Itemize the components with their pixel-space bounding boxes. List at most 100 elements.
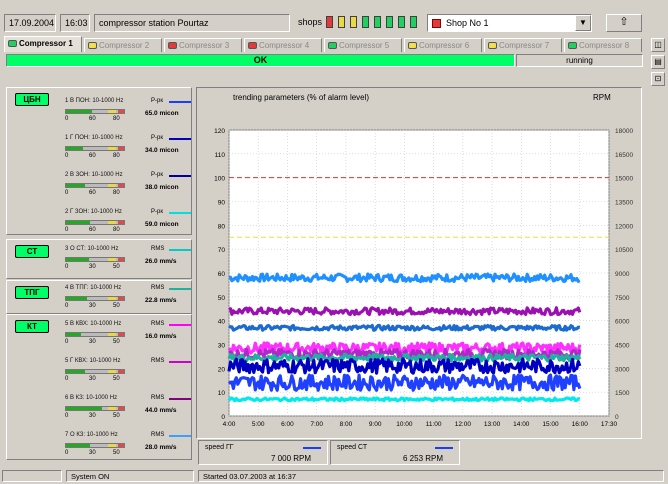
tab-compressor-3[interactable]: Compressor 3 [164,38,242,52]
x-tick-label: 9:00 [369,421,382,428]
tab-compressor-4[interactable]: Compressor 4 [244,38,322,52]
sensor-item[interactable]: 1 Г ПОН: 10-1000 Hz Р-рк 0 60 80 34.0 micon [65,135,195,169]
running-status: running [516,54,643,67]
gauge-alarm-zone [118,370,124,373]
shop-select[interactable]: Shop No 1 ▼ [427,14,592,32]
shop-lamp-3[interactable] [350,16,357,28]
sensor-gauge [65,296,125,301]
y-tick-label: 60 [218,271,226,278]
tab-compressor-5[interactable]: Compressor 5 [324,38,402,52]
shops-label: shops [298,17,323,27]
sensor-item[interactable]: 1 В ПОН: 10-1000 Hz Р-рк 0 60 80 65.0 micon [65,98,195,132]
tab-lamp-icon [88,42,97,49]
gauge-tick-label: 80 [113,116,120,122]
gauge-alarm-zone [118,184,124,187]
x-tick-label: 13:00 [484,421,501,428]
sensor-value: 22.8 mm/s [145,297,177,304]
y-tick-label: 80 [218,223,226,230]
y-tick-label: 10 [218,390,226,397]
shop-lamp-4[interactable] [362,16,369,28]
sensor-item[interactable]: 6 В КЗ: 10-1000 Hz RMS 0 30 50 44.0 mm/s [65,395,195,429]
sensor-value: 65.0 micon [145,110,179,117]
sensor-value: 59.0 micon [145,221,179,228]
gauge-tick-label: 50 [113,376,120,382]
x-tick-label: 15:00 [542,421,559,428]
tab-compressor-7[interactable]: Compressor 7 [484,38,562,52]
zoom-button[interactable]: ⊡ [651,72,665,86]
chevron-down-icon[interactable]: ▼ [575,15,591,31]
gauge-fill [66,221,91,224]
sensor-unit: RMS [151,321,165,327]
time-display: 16:03 [60,14,90,32]
sensor-legend-line [169,212,191,214]
gauge-alarm-zone [118,297,124,300]
gauge-warning-zone [108,221,116,224]
y2-tick-label: 4500 [615,343,630,350]
home-button[interactable]: ⇧ [606,14,642,32]
tab-compressor-6[interactable]: Compressor 6 [404,38,482,52]
gauge-warning-zone [108,184,116,187]
group-button-1[interactable]: ЦБН [15,93,49,106]
shop-lamp-2[interactable] [338,16,345,28]
gauge-fill [66,333,82,336]
y2-tick-label: 7500 [615,295,630,302]
date-display: 17.09.2004 [4,14,56,32]
zoom-icon: ⊡ [654,74,662,83]
sensor-legend-line [169,288,191,290]
shop-lamp-5[interactable] [374,16,381,28]
sensor-value: 44.0 mm/s [145,407,177,414]
sensor-item[interactable]: 2 Г ЗОН: 10-1000 Hz Р-рк 0 60 80 59.0 micon [65,209,195,243]
tab-label: Compressor 2 [99,41,150,50]
sensor-label: 1 В ПОН: 10-1000 Hz [65,98,124,104]
gauge-alarm-zone [118,258,124,261]
shop-lamp-7[interactable] [398,16,405,28]
print-button[interactable]: ▤ [651,55,665,69]
y2-tick-label: 18000 [615,128,633,135]
sensor-label: 3 О СТ: 10-1000 Hz [65,246,119,252]
gauge-tick-label: 80 [113,153,120,159]
speed-ct-label: speed СТ [337,444,368,451]
sensor-item[interactable]: 5 Г КВХ: 10-1000 Hz RMS 0 30 50 [65,358,195,392]
x-tick-label: 17:30 [601,421,618,428]
y2-tick-label: 1500 [615,390,630,397]
sensor-unit: Р-рк [151,209,163,215]
speed-gg-value: 7 000 RPM [271,454,312,463]
shop-lamp-6[interactable] [386,16,393,28]
tab-compressor-2[interactable]: Compressor 2 [84,38,162,52]
expand-button[interactable]: ◫ [651,38,665,52]
sensor-item[interactable]: 7 О КЗ: 10-1000 Hz RMS 0 30 50 28.0 mm/s [65,432,195,466]
shop-lamp-1[interactable] [326,16,333,28]
gauge-warning-zone [108,258,116,261]
system-status: System ON [66,470,194,482]
gauge-fill [66,110,93,113]
gauge-tick-label: 50 [113,339,120,345]
x-tick-label: 4:00 [223,421,236,428]
y2-tick-label: 12000 [615,223,633,230]
group-button-4[interactable]: КТ [15,320,49,333]
print-icon: ▤ [654,57,662,66]
tab-lamp-icon [248,42,257,49]
sensor-label: 6 В КЗ: 10-1000 Hz [65,395,118,401]
gauge-warning-zone [108,370,116,373]
speed-ct-value: 6 253 RPM [403,454,444,463]
shop-lamp-8[interactable] [410,16,417,28]
trend-chart[interactable]: trending parameters (% of alarm level) RP… [197,88,641,438]
group-button-3[interactable]: ТПГ [15,286,49,299]
y2-tick-label: 15000 [615,176,633,183]
y-tick-label: 90 [218,200,226,207]
sensor-panel: ЦБН 1 В ПОН: 10-1000 Hz Р-рк 0 60 80 65.0 mico… [4,87,194,461]
rpm-axis-label: RPM [593,93,611,102]
gauge-tick-label: 0 [65,303,69,309]
gauge-tick-label: 0 [65,227,69,233]
group-button-2[interactable]: СТ [15,245,49,258]
tab-compressor-8[interactable]: Compressor 8 [564,38,642,52]
y2-tick-label: 10500 [615,247,633,254]
sensor-item[interactable]: 2 В ЗОН: 10-1000 Hz Р-рк 0 60 80 38.0 micon [65,172,195,206]
started-status: Started 03.07.2003 at 16:37 [198,470,664,482]
sensor-item[interactable]: 3 О СТ: 10-1000 Hz RMS 0 30 50 26.0 mm/s [65,246,195,280]
sensor-item[interactable]: 5 В КВХ: 10-1000 Hz RMS 0 30 50 16.0 mm/s [65,321,195,355]
speed-gg-label: speed ГГ [205,444,234,451]
tab-compressor-1[interactable]: Compressor 1 [4,36,82,52]
gauge-tick-label: 0 [65,450,69,456]
gauge-fill [66,184,85,187]
